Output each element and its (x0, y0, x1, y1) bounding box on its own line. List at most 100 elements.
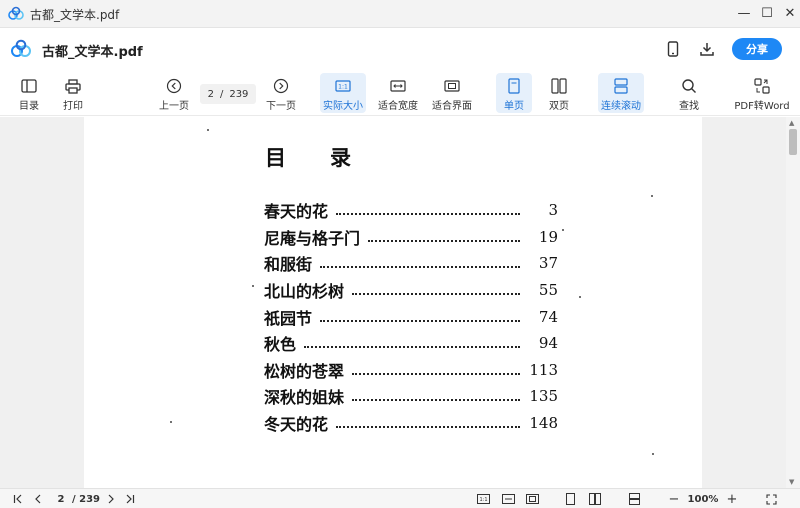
actual-size-icon: 1:1 (334, 77, 352, 95)
printer-icon (64, 77, 82, 95)
double-page-label: 双页 (549, 101, 569, 112)
vertical-scrollbar[interactable]: ▲ ▼ (786, 117, 800, 488)
toc-leader-dots (320, 266, 520, 269)
toc-label: 目录 (19, 101, 39, 112)
toc-entry-page: 94 (538, 334, 558, 353)
prev-label: 上一页 (159, 101, 189, 112)
toc-entry-page: 19 (538, 227, 558, 246)
continuous-scroll-label: 连续滚动 (601, 101, 641, 112)
single-page-icon (505, 77, 523, 95)
first-page-icon[interactable] (12, 492, 24, 506)
single-page-button[interactable]: 单页 (496, 73, 532, 113)
scan-speck (651, 195, 653, 197)
toc-entry-title: 春天的花 (264, 202, 329, 222)
fit-page-small-icon[interactable] (525, 492, 539, 506)
fit-width-icon (389, 77, 407, 95)
toc-leader-dots (352, 372, 520, 375)
close-button[interactable]: ✕ (778, 2, 800, 24)
single-page-small-icon[interactable] (564, 492, 576, 506)
chevron-right-circle-icon (272, 77, 290, 95)
scroll-down-arrow-icon[interactable]: ▼ (789, 478, 794, 486)
document-title: 古都_文学本.pdf (42, 45, 143, 60)
actual-size-button[interactable]: 1:1 实际大小 (320, 73, 366, 113)
toc-leader-dots (368, 239, 520, 242)
toc-entry-page: 3 (548, 201, 558, 220)
toc-entry: 和服街 37 (264, 250, 558, 277)
fit-width-button[interactable]: 适合宽度 (376, 73, 420, 113)
print-button[interactable]: 打印 (58, 73, 88, 113)
toc-entry-page: 55 (538, 281, 558, 300)
chevron-left-circle-icon (165, 77, 183, 95)
minimize-button[interactable]: — (732, 2, 756, 24)
double-page-icon (550, 77, 568, 95)
toc-heading-char-1: 目 (265, 145, 286, 170)
page-number-input[interactable]: 2 / 239 (200, 84, 256, 104)
fit-page-label: 适合界面 (432, 101, 472, 112)
toc-entry: 秋色 94 (264, 330, 558, 357)
zoom-out-button[interactable]: − (668, 492, 680, 507)
scan-speck (170, 421, 172, 423)
toc-leader-dots (320, 319, 520, 322)
toc-entry: 北山的杉树 55 (264, 277, 558, 304)
app-header: 古都_文学本.pdf 分享 (0, 28, 800, 70)
scroll-thumb[interactable] (789, 129, 797, 155)
toc-leader-dots (336, 213, 520, 216)
toc-entry-page: 148 (529, 414, 558, 433)
download-icon[interactable] (696, 38, 718, 60)
continuous-small-icon[interactable] (627, 492, 641, 506)
zoom-in-button[interactable]: + (726, 492, 738, 507)
toc-entry-page: 113 (529, 360, 558, 379)
toc-entry-page: 37 (538, 254, 558, 273)
scroll-up-arrow-icon[interactable]: ▲ (789, 119, 794, 127)
toc-entry-page: 135 (529, 387, 558, 406)
status-current-page[interactable]: 2 (55, 492, 67, 506)
window-title: 古都_文学本.pdf (30, 8, 120, 22)
toolbar: 目录 打印 上一页 2 / 239 下一页 1:1 实际大小 适合宽度 适合界面… (0, 70, 800, 116)
toc-entry-title: 松树的苍翠 (264, 361, 345, 381)
toc-entry-title: 秋色 (264, 335, 297, 355)
fit-page-icon (443, 77, 461, 95)
toc-button[interactable]: 目录 (14, 73, 44, 113)
app-logo-icon (11, 39, 31, 57)
continuous-scroll-button[interactable]: 连续滚动 (598, 73, 644, 113)
prev-page-button[interactable]: 上一页 (157, 73, 191, 113)
prev-page-icon[interactable] (32, 492, 44, 506)
toc-entry: 春天的花 3 (264, 197, 558, 224)
fullscreen-icon[interactable] (764, 492, 778, 506)
pdf-to-word-button[interactable]: PDF转Word (734, 73, 790, 113)
next-page-button[interactable]: 下一页 (264, 73, 298, 113)
page-separator: / (219, 88, 224, 100)
next-page-icon[interactable] (105, 492, 117, 506)
actual-size-label: 实际大小 (323, 101, 363, 112)
zoom-level[interactable]: 100% (686, 492, 720, 506)
maximize-button[interactable]: ☐ (755, 2, 779, 24)
toc-entry: 尼庵与格子门 19 (264, 224, 558, 251)
fit-width-small-icon[interactable] (501, 492, 515, 506)
toc-entry-page: 74 (538, 307, 558, 326)
app-logo-icon (8, 6, 24, 20)
toc-entry-title: 祇园节 (264, 308, 313, 328)
fit-width-label: 适合宽度 (378, 101, 418, 112)
toc-entry: 祇园节 74 (264, 303, 558, 330)
svg-text:1:1: 1:1 (338, 84, 348, 91)
continuous-scroll-icon (612, 77, 630, 95)
share-button[interactable]: 分享 (732, 38, 782, 60)
actual-size-small-icon[interactable]: 1:1 (476, 492, 490, 506)
print-label: 打印 (63, 101, 83, 112)
double-page-button[interactable]: 双页 (542, 73, 576, 113)
scan-speck (579, 296, 581, 298)
toc-leader-dots (336, 426, 520, 429)
status-total-pages: / 239 (71, 493, 100, 505)
last-page-icon[interactable] (124, 492, 136, 506)
search-button[interactable]: 查找 (674, 73, 704, 113)
scan-speck (652, 453, 654, 455)
toc-entry-title: 和服街 (264, 255, 313, 275)
toc-entry-title: 冬天的花 (264, 415, 329, 435)
mobile-icon[interactable] (662, 38, 684, 60)
scan-speck (252, 285, 254, 287)
total-pages-value: 239 (229, 88, 249, 100)
double-page-small-icon[interactable] (588, 492, 602, 506)
toc-leader-dots (304, 346, 520, 349)
single-page-label: 单页 (504, 101, 524, 112)
fit-page-button[interactable]: 适合界面 (430, 73, 474, 113)
